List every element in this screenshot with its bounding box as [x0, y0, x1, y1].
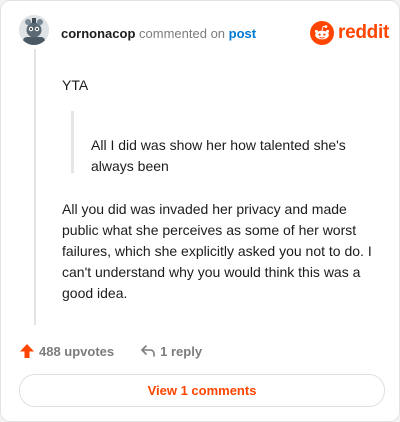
comment-body: All you did was invaded her privacy and … [62, 201, 372, 301]
view-comments-button[interactable]: View 1 comments [19, 374, 385, 407]
upvote-count: 488 upvotes [39, 343, 115, 359]
reddit-wordmark: reddit [338, 22, 389, 43]
reddit-logo-icon [310, 21, 334, 45]
reply-arrow-icon [141, 345, 155, 357]
comment-header: cornonacop commented on post [61, 26, 256, 41]
quote-text: All I did was show her how talented she'… [91, 137, 346, 174]
reply-count: 1 reply [160, 343, 203, 359]
upvote-button[interactable]: 488 upvotes [19, 343, 114, 359]
comment-card: cornonacop commented on post reddit YTA … [0, 0, 400, 422]
post-link[interactable]: post [229, 26, 256, 41]
comment-opening: YTA [62, 77, 89, 93]
avatar[interactable] [19, 15, 49, 45]
thread-line[interactable] [34, 49, 36, 325]
username-link[interactable]: cornonacop [61, 26, 135, 41]
reddit-logo[interactable]: reddit [310, 19, 389, 47]
view-comments-label: View 1 comments [147, 383, 257, 398]
reply-button[interactable]: 1 reply [140, 344, 202, 359]
action-text: commented on [139, 26, 226, 41]
upvote-arrow-icon [20, 344, 34, 358]
blockquote: All I did was show her how talented she'… [71, 111, 374, 174]
avatar-snoo-icon [19, 15, 49, 45]
comment-footer: 488 upvotes 1 reply [19, 341, 202, 361]
